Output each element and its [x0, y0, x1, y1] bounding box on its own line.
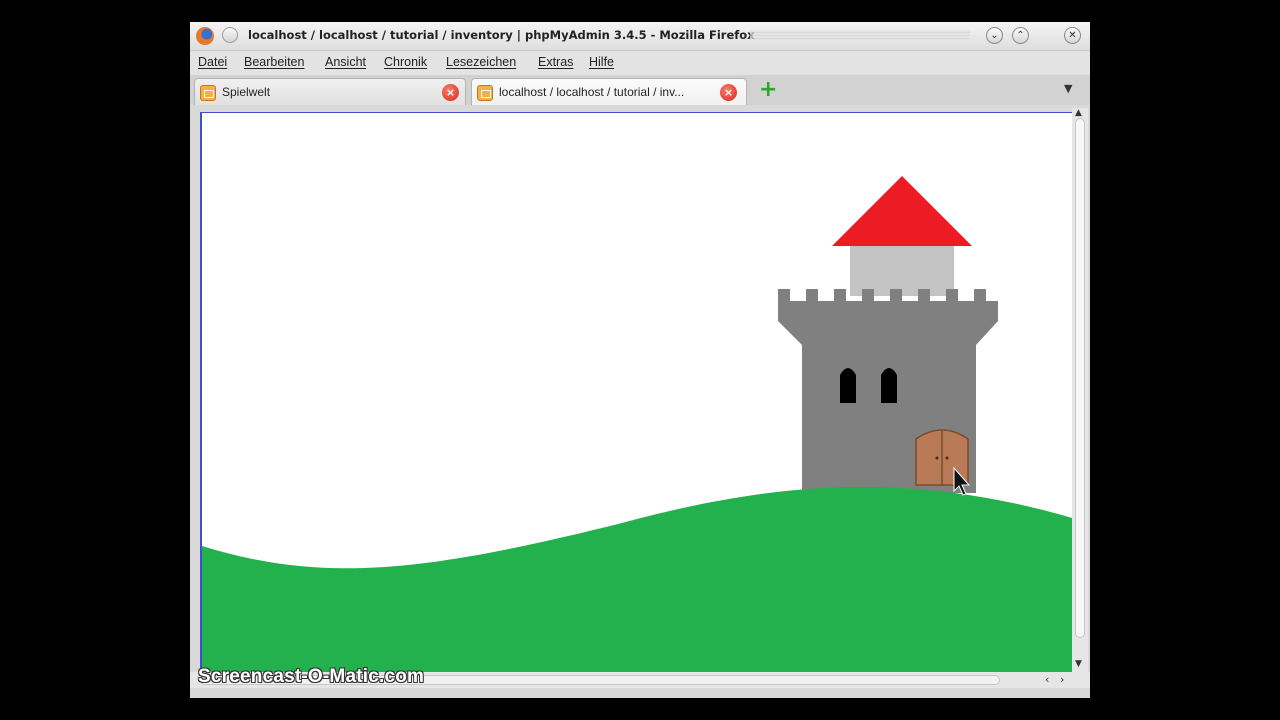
chevron-down-icon[interactable]: ▼ [1064, 82, 1072, 95]
vertical-scrollbar[interactable]: ▲ ▼ [1072, 108, 1088, 672]
scroll-left-icon[interactable]: ‹ [1045, 673, 1049, 686]
window-title: localhost / localhost / tutorial / inven… [248, 28, 755, 42]
menu-extras[interactable]: Extras [538, 55, 573, 69]
page-content [200, 112, 1072, 672]
scroll-right-icon[interactable]: › [1060, 673, 1064, 686]
close-button[interactable]: ✕ [1064, 27, 1081, 44]
menu-bearbeiten[interactable]: Bearbeiten [244, 55, 304, 69]
vertical-scroll-thumb[interactable] [1075, 118, 1085, 638]
page-favicon-icon [200, 85, 216, 101]
tab-phpmyadmin[interactable]: localhost / localhost / tutorial / inv..… [471, 78, 747, 105]
scroll-up-icon[interactable]: ▲ [1075, 108, 1082, 118]
title-bar: localhost / localhost / tutorial / inven… [190, 22, 1090, 51]
game-scene [202, 176, 1072, 672]
menu-bar: Datei Bearbeiten Ansicht Chronik Lesezei… [190, 51, 1090, 75]
page-favicon-icon [477, 85, 493, 101]
menu-lesezeichen[interactable]: Lesezeichen [446, 55, 516, 69]
firefox-icon[interactable] [196, 27, 214, 45]
title-bar-decoration [750, 30, 970, 40]
tower-roof [832, 176, 972, 246]
menu-chronik[interactable]: Chronik [384, 55, 427, 69]
minimize-button[interactable]: ⌄ [986, 27, 1003, 44]
close-icon[interactable]: × [442, 84, 459, 101]
menu-ansicht[interactable]: Ansicht [325, 55, 366, 69]
tab-label: localhost / localhost / tutorial / inv..… [499, 85, 685, 99]
tab-bar: Spielwelt × localhost / localhost / tuto… [190, 75, 1090, 105]
grass-hill [202, 486, 1072, 672]
maximize-button[interactable]: ⌃ [1012, 27, 1029, 44]
tower-window-left [840, 368, 856, 403]
plus-icon[interactable]: + [759, 77, 777, 102]
browser-window: localhost / localhost / tutorial / inven… [190, 22, 1090, 698]
menu-datei[interactable]: Datei [198, 55, 227, 69]
watermark: Screencast-O-Matic.com [198, 666, 425, 687]
close-icon[interactable]: × [720, 84, 737, 101]
tab-label: Spielwelt [222, 85, 271, 99]
tower-top [850, 246, 954, 296]
scroll-down-icon[interactable]: ▼ [1075, 659, 1082, 669]
window-menu-icon[interactable] [222, 27, 238, 43]
menu-hilfe[interactable]: Hilfe [589, 55, 614, 69]
tower-window-right [881, 368, 897, 403]
tab-spielwelt[interactable]: Spielwelt × [194, 78, 466, 105]
